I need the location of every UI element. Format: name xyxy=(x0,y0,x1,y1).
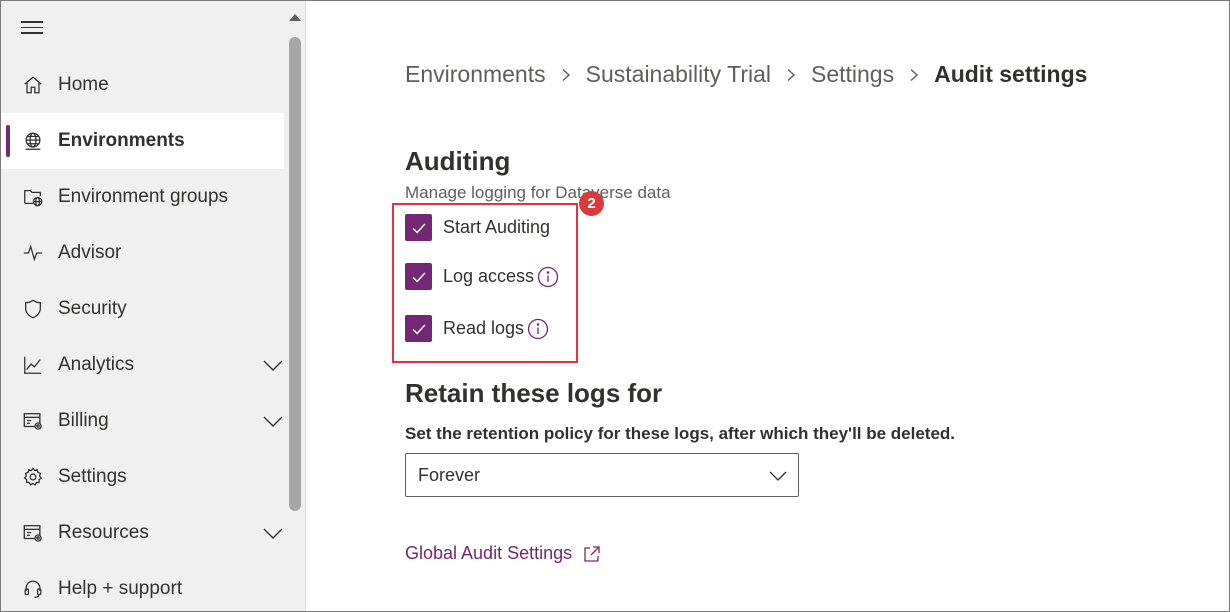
folder-globe-icon xyxy=(21,185,45,209)
sidebar-item-label: Billing xyxy=(58,410,109,431)
gear-icon xyxy=(21,465,45,489)
chevron-down-icon[interactable] xyxy=(261,353,285,377)
chart-line-icon xyxy=(21,353,45,377)
sidebar-item-security[interactable]: Security xyxy=(1,281,284,337)
sidebar-item-label: Resources xyxy=(58,522,149,543)
sidebar-item-label: Security xyxy=(58,298,127,319)
sidebar-item-settings[interactable]: Settings xyxy=(1,449,284,505)
retention-dropdown[interactable]: Forever xyxy=(405,453,799,497)
sidebar: Home Environments Environment groups Adv… xyxy=(1,1,284,611)
sidebar-item-label: Help + support xyxy=(58,578,183,599)
home-icon xyxy=(21,73,45,97)
breadcrumb-sustainability-trial[interactable]: Sustainability Trial xyxy=(586,61,771,88)
sidebar-item-environments[interactable]: Environments xyxy=(1,113,284,169)
chevron-down-icon[interactable] xyxy=(261,521,285,545)
breadcrumb-environments[interactable]: Environments xyxy=(405,61,546,88)
annotation-callout-badge: 2 xyxy=(579,191,604,216)
sidebar-item-label: Environment groups xyxy=(58,186,229,207)
breadcrumb-settings[interactable]: Settings xyxy=(811,61,894,88)
headset-icon xyxy=(21,577,45,601)
link-label: Global Audit Settings xyxy=(405,543,573,563)
sidebar-item-label: Home xyxy=(58,74,109,95)
billing-icon xyxy=(21,409,45,433)
sidebar-item-resources[interactable]: Resources xyxy=(1,505,284,561)
scroll-up-arrow-icon[interactable] xyxy=(287,11,303,23)
sidebar-item-home[interactable]: Home xyxy=(1,57,284,113)
sidebar-item-label: Settings xyxy=(58,466,127,487)
sidebar-item-environment-groups[interactable]: Environment groups xyxy=(1,169,284,225)
chevron-down-icon xyxy=(769,471,787,481)
active-indicator xyxy=(6,125,10,157)
hamburger-menu-icon[interactable] xyxy=(21,17,45,39)
globe-icon xyxy=(21,129,45,153)
resources-icon xyxy=(21,521,45,545)
chevron-right-icon xyxy=(787,68,796,81)
shield-icon xyxy=(21,297,45,321)
sidebar-item-label: Environments xyxy=(58,130,185,151)
sidebar-item-label: Analytics xyxy=(58,354,135,375)
scrollbar-thumb[interactable] xyxy=(289,37,301,511)
annotation-highlight-box xyxy=(392,203,578,363)
auditing-heading: Auditing xyxy=(405,146,511,176)
app-frame: Home Environments Environment groups Adv… xyxy=(0,0,1230,612)
chevron-right-icon xyxy=(562,68,570,81)
global-audit-settings-link[interactable]: Global Audit Settings xyxy=(405,543,602,564)
sidebar-item-billing[interactable]: Billing xyxy=(1,393,284,449)
chevron-down-icon[interactable] xyxy=(261,409,285,433)
breadcrumb-current: Audit settings xyxy=(934,61,1088,87)
retention-heading: Retain these logs for xyxy=(405,378,663,408)
sidebar-item-advisor[interactable]: Advisor xyxy=(1,225,284,281)
sidebar-item-analytics[interactable]: Analytics xyxy=(1,337,284,393)
chevron-right-icon xyxy=(910,68,919,81)
sidebar-item-help-support[interactable]: Help + support xyxy=(1,561,284,611)
sidebar-item-label: Advisor xyxy=(58,242,122,263)
dropdown-selected-value: Forever xyxy=(418,464,481,485)
pulse-icon xyxy=(21,241,45,265)
breadcrumb: Environments Sustainability Trial Settin… xyxy=(405,61,1087,88)
auditing-subtitle: Manage logging for Dataverse data xyxy=(405,183,671,202)
retention-subtitle: Set the retention policy for these logs,… xyxy=(405,424,956,443)
external-link-icon xyxy=(584,545,600,562)
